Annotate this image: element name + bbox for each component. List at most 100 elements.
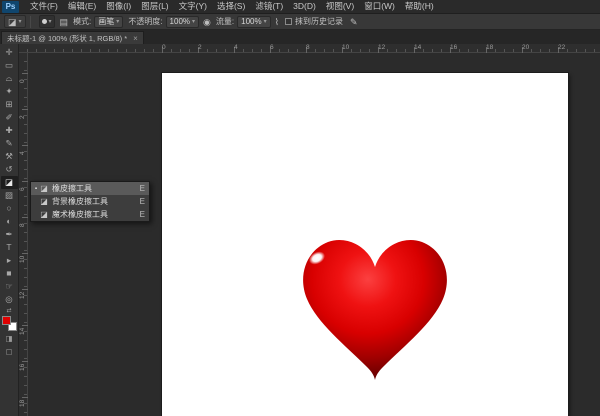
tools-panel: ✛▭⌓✦⊞✐✚✎⚒↺◪▨○◐✒T▸■☞◎ ⇄ ◨ ▢ xyxy=(0,44,19,416)
ruler-number: 8 xyxy=(19,223,26,227)
ruler-number: 20 xyxy=(522,44,529,51)
opacity-input[interactable]: 100% ▾ xyxy=(166,16,199,28)
brush-panel-icon[interactable]: ✎ xyxy=(350,17,358,27)
menu-item-3[interactable]: 图层(L) xyxy=(136,0,173,13)
quick-mask-icon[interactable]: ◨ xyxy=(1,333,18,344)
eraser-icon: ◪ xyxy=(39,197,49,206)
lasso-tool[interactable]: ⌓ xyxy=(1,72,18,85)
color-swatches xyxy=(2,316,17,331)
document-tab-bar: 未标题-1 @ 100% (形状 1, RGB/8) * × xyxy=(0,30,600,44)
ruler-number: 12 xyxy=(378,44,385,51)
menu-item-7[interactable]: 3D(D) xyxy=(288,0,321,13)
menu-item-4[interactable]: 文字(Y) xyxy=(174,0,212,13)
eyedropper-tool[interactable]: ✐ xyxy=(1,111,18,124)
quick-selection-tool[interactable]: ✦ xyxy=(1,85,18,98)
type-tool[interactable]: T xyxy=(1,241,18,254)
shortcut-key: E xyxy=(140,184,145,193)
marquee-tool[interactable]: ▭ xyxy=(1,59,18,72)
ruler-number: 22 xyxy=(558,44,565,51)
horizontal-ruler: 0246810121416182022 xyxy=(19,44,600,53)
ruler-number: 2 xyxy=(19,115,26,119)
ruler-number: 14 xyxy=(19,328,26,335)
ruler-number: 18 xyxy=(19,400,26,407)
menu-items: 文件(F)编辑(E)图像(I)图层(L)文字(Y)选择(S)滤镜(T)3D(D)… xyxy=(25,0,439,13)
opacity-label: 不透明度: xyxy=(128,16,162,27)
ruler-number: 0 xyxy=(19,79,26,83)
tool-preset-picker[interactable]: ◪ ▾ xyxy=(4,15,26,28)
ruler-number: 12 xyxy=(19,292,26,299)
opacity-value: 100% xyxy=(170,17,190,26)
ruler-number: 14 xyxy=(414,44,421,51)
ruler-number: 0 xyxy=(162,44,166,51)
divider xyxy=(30,16,31,28)
menu-item-8[interactable]: 视图(V) xyxy=(321,0,359,13)
menu-item-10[interactable]: 帮助(H) xyxy=(400,0,439,13)
toggle-brush-panel-icon[interactable]: ▤ xyxy=(60,17,69,27)
move-tool[interactable]: ✛ xyxy=(1,46,18,59)
path-selection-tool[interactable]: ▸ xyxy=(1,254,18,267)
document-title: 未标题-1 @ 100% (形状 1, RGB/8) * xyxy=(7,33,127,44)
healing-brush-tool[interactable]: ✚ xyxy=(1,124,18,137)
clone-stamp-tool[interactable]: ⚒ xyxy=(1,150,18,163)
menu-bar: Ps 文件(F)编辑(E)图像(I)图层(L)文字(Y)选择(S)滤镜(T)3D… xyxy=(0,0,600,14)
erase-history-checkbox[interactable] xyxy=(285,18,292,25)
mode-value: 画笔 xyxy=(98,16,114,27)
screen-mode-icon[interactable]: ▢ xyxy=(1,346,18,357)
foreground-color-swatch[interactable] xyxy=(2,316,11,325)
tool-list: ✛▭⌓✦⊞✐✚✎⚒↺◪▨○◐✒T▸■☞◎ xyxy=(1,46,18,306)
history-brush-tool[interactable]: ↺ xyxy=(1,163,18,176)
menu-item-9[interactable]: 窗口(W) xyxy=(359,0,400,13)
ruler-number: 16 xyxy=(19,364,26,371)
ruler-number: 6 xyxy=(19,187,26,191)
pressure-opacity-icon[interactable]: ◉ xyxy=(203,17,211,27)
menu-item-0[interactable]: 文件(F) xyxy=(25,0,63,13)
flow-value: 100% xyxy=(241,17,261,26)
shape-tool[interactable]: ■ xyxy=(1,267,18,280)
menu-item-6[interactable]: 滤镜(T) xyxy=(250,0,288,13)
flyout-item-0[interactable]: ▪◪橡皮擦工具E xyxy=(31,182,149,195)
eraser-tool[interactable]: ◪ xyxy=(1,176,18,189)
pen-tool[interactable]: ✒ xyxy=(1,228,18,241)
flow-input[interactable]: 100% ▾ xyxy=(237,16,270,28)
shortcut-key: E xyxy=(140,210,145,219)
eraser-icon: ◪ xyxy=(39,184,49,193)
ruler-number: 2 xyxy=(198,44,202,51)
crop-tool[interactable]: ⊞ xyxy=(1,98,18,111)
brush-tool[interactable]: ✎ xyxy=(1,137,18,150)
gradient-tool[interactable]: ▨ xyxy=(1,189,18,202)
ruler-number: 6 xyxy=(270,44,274,51)
flyout-item-1[interactable]: ◪背景橡皮擦工具E xyxy=(31,195,149,208)
eraser-tool-flyout: ▪◪橡皮擦工具E◪背景橡皮擦工具E◪魔术橡皮擦工具E xyxy=(30,181,150,222)
canvas[interactable] xyxy=(162,73,568,416)
photoshop-window: Ps 文件(F)编辑(E)图像(I)图层(L)文字(Y)选择(S)滤镜(T)3D… xyxy=(0,0,600,416)
chevron-down-icon: ▾ xyxy=(264,18,267,25)
flyout-item-label: 魔术橡皮擦工具 xyxy=(52,209,134,220)
menu-item-5[interactable]: 选择(S) xyxy=(212,0,250,13)
eraser-icon: ◪ xyxy=(39,210,49,219)
ruler-number: 4 xyxy=(19,151,26,155)
hand-tool[interactable]: ☞ xyxy=(1,280,18,293)
zoom-tool[interactable]: ◎ xyxy=(1,293,18,306)
airbrush-icon[interactable]: ⌇ xyxy=(275,17,279,27)
brush-tip-icon xyxy=(42,19,47,24)
ruler-number: 4 xyxy=(234,44,238,51)
flyout-item-label: 背景橡皮擦工具 xyxy=(52,196,134,207)
menu-item-2[interactable]: 图像(I) xyxy=(101,0,136,13)
chevron-down-icon: ▾ xyxy=(19,18,22,25)
flyout-item-label: 橡皮擦工具 xyxy=(52,183,134,194)
mode-select[interactable]: 画笔 ▾ xyxy=(94,16,123,28)
brush-preset-picker[interactable]: ▾ xyxy=(39,15,55,28)
chevron-down-icon: ▾ xyxy=(116,18,119,25)
chevron-down-icon: ▾ xyxy=(49,18,52,25)
chevron-down-icon: ▾ xyxy=(192,18,195,25)
flyout-item-2[interactable]: ◪魔术橡皮擦工具 E xyxy=(31,208,149,221)
close-icon[interactable]: × xyxy=(133,34,138,43)
menu-item-1[interactable]: 编辑(E) xyxy=(63,0,101,13)
ruler-number: 18 xyxy=(486,44,493,51)
blur-tool[interactable]: ○ xyxy=(1,202,18,215)
swap-colors-icon[interactable]: ⇄ xyxy=(6,308,11,315)
document-tab[interactable]: 未标题-1 @ 100% (形状 1, RGB/8) * × xyxy=(1,31,144,44)
dodge-tool[interactable]: ◐ xyxy=(1,215,18,228)
erase-history-label: 抹到历史记录 xyxy=(295,16,343,27)
vertical-ruler: 024681012141618 xyxy=(19,53,28,416)
